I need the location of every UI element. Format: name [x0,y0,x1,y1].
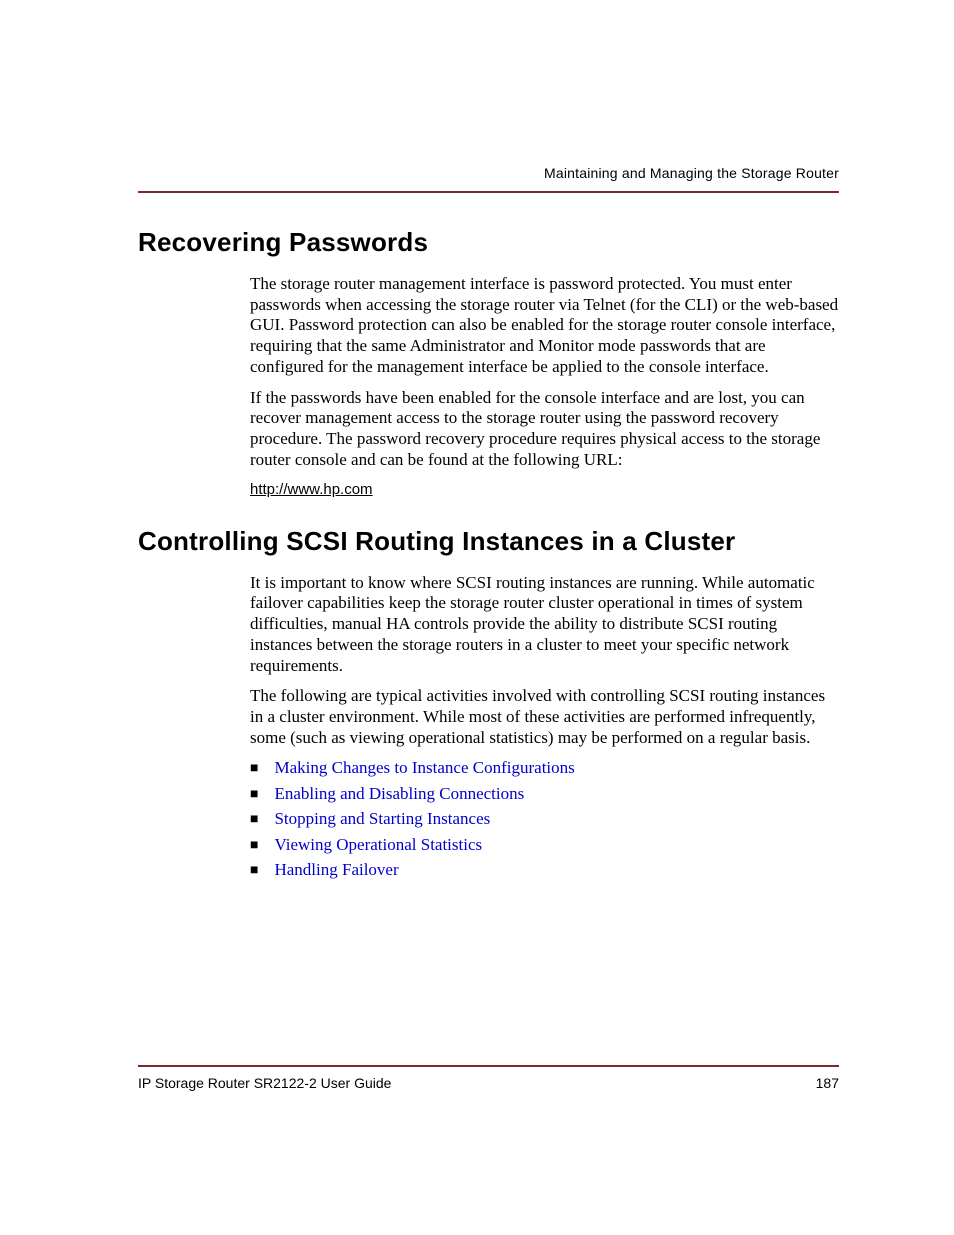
bullet-icon: ■ [250,809,258,828]
link-handling-failover[interactable]: Handling Failover [274,860,398,880]
running-header: Maintaining and Managing the Storage Rou… [138,165,839,181]
bullet-icon: ■ [250,860,258,879]
link-viewing-statistics[interactable]: Viewing Operational Statistics [274,835,482,855]
body-paragraph: If the passwords have been enabled for t… [250,388,839,471]
link-making-changes[interactable]: Making Changes to Instance Configuration… [274,758,574,778]
page-footer: IP Storage Router SR2122-2 User Guide 18… [138,1075,839,1091]
heading-recovering-passwords: Recovering Passwords [138,227,839,258]
hp-url-link[interactable]: http://www.hp.com [250,481,839,498]
footer-page-number: 187 [816,1075,839,1091]
heading-controlling-scsi: Controlling SCSI Routing Instances in a … [138,526,839,557]
page-body: Maintaining and Managing the Storage Rou… [138,165,839,1085]
body-paragraph: The following are typical activities inv… [250,686,839,748]
list-item: ■ Stopping and Starting Instances [250,809,839,829]
footer-rule [138,1065,839,1067]
footer-guide-title: IP Storage Router SR2122-2 User Guide [138,1075,391,1091]
bullet-icon: ■ [250,835,258,854]
header-rule [138,191,839,193]
list-item: ■ Handling Failover [250,860,839,880]
list-item: ■ Viewing Operational Statistics [250,835,839,855]
bullet-list: ■ Making Changes to Instance Configurati… [250,758,839,880]
link-enabling-disabling[interactable]: Enabling and Disabling Connections [274,784,524,804]
list-item: ■ Making Changes to Instance Configurati… [250,758,839,778]
bullet-icon: ■ [250,784,258,803]
list-item: ■ Enabling and Disabling Connections [250,784,839,804]
body-paragraph: It is important to know where SCSI routi… [250,573,839,677]
bullet-icon: ■ [250,758,258,777]
link-stopping-starting[interactable]: Stopping and Starting Instances [274,809,490,829]
body-paragraph: The storage router management interface … [250,274,839,378]
